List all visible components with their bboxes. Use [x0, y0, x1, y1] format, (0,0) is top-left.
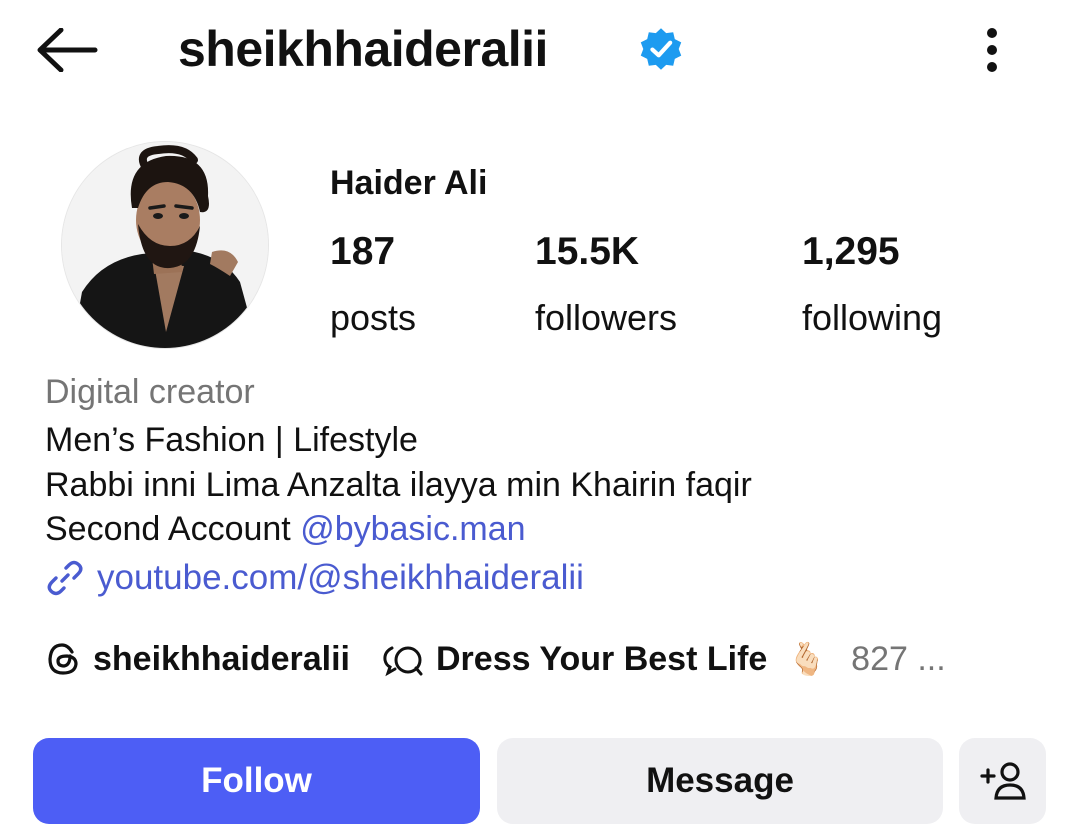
channel-name: Dress Your Best Life	[436, 639, 768, 678]
profile-username: sheikhhaideralii	[178, 21, 548, 77]
bio-link-text: youtube.com/@sheikhhaideralii	[97, 558, 584, 597]
link-icon	[47, 560, 83, 596]
bio-line: Rabbi inni Lima Anzalta ilayya min Khair…	[45, 466, 752, 504]
threads-icon	[48, 643, 78, 675]
followers-count: 15.5K	[535, 230, 640, 273]
profile-chips: sheikhhaideralii Dress Your Best Life 🫰🏻…	[45, 632, 946, 686]
channel-emoji: 🫰🏻	[787, 641, 828, 677]
bio-line: Second Account @bybasic.man	[45, 507, 526, 551]
posts-label: posts	[330, 297, 417, 338]
follow-button[interactable]: Follow	[33, 738, 480, 824]
following-stat[interactable]: 1,295 following	[802, 230, 942, 340]
followers-stat[interactable]: 15.5K followers	[535, 230, 677, 340]
arrow-left-icon	[37, 28, 98, 72]
back-button[interactable]	[32, 22, 102, 78]
threads-chip[interactable]: sheikhhaideralii	[45, 640, 350, 679]
bio-line-text: Second Account	[45, 510, 301, 548]
suggested-accounts-button[interactable]	[959, 738, 1046, 824]
posts-stat[interactable]: 187 posts	[330, 230, 416, 340]
channel-member-count: 827 ...	[851, 639, 946, 678]
threads-handle: sheikhhaideralii	[93, 639, 350, 678]
avatar-photo	[62, 142, 268, 348]
following-count: 1,295	[802, 230, 900, 273]
more-vertical-icon	[987, 28, 997, 72]
add-person-icon	[979, 762, 1026, 800]
bio-line: Men’s Fashion | Lifestyle	[45, 421, 418, 459]
profile-category: Digital creator	[45, 373, 255, 411]
following-label: following	[802, 297, 943, 338]
broadcast-channel-chip[interactable]: Dress Your Best Life 🫰🏻 827 ...	[382, 640, 946, 679]
followers-label: followers	[535, 297, 678, 338]
bio-link[interactable]: youtube.com/@sheikhhaideralii	[45, 554, 584, 602]
message-button[interactable]: Message	[497, 738, 943, 824]
more-options-button[interactable]	[966, 20, 1018, 80]
posts-count: 187	[330, 230, 396, 273]
channel-icon	[383, 646, 423, 677]
mention-link[interactable]: @bybasic.man	[300, 510, 525, 548]
profile-avatar[interactable]	[62, 142, 268, 348]
verified-badge-icon	[640, 28, 682, 70]
display-name: Haider Ali	[330, 164, 488, 202]
